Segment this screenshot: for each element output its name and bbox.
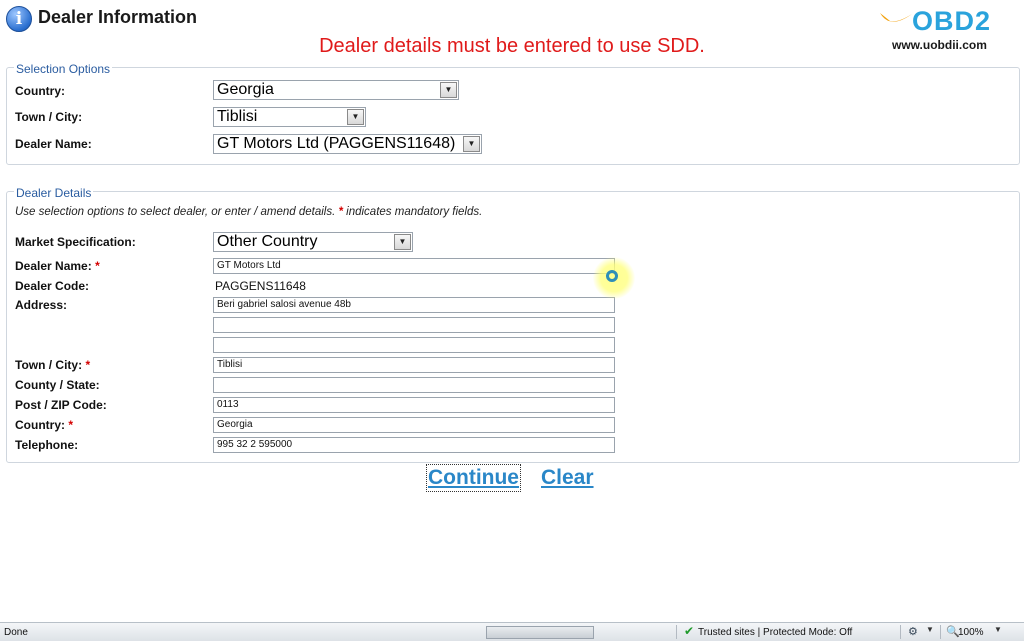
status-bar: Done ✔ Trusted sites | Protected Mode: O… xyxy=(0,622,1024,641)
check-icon: ✔ xyxy=(684,624,695,638)
telephone-input[interactable]: 995 32 2 595000 xyxy=(213,437,615,453)
chevron-down-icon[interactable]: ▼ xyxy=(347,109,364,125)
zoom-level[interactable]: 100% xyxy=(958,627,984,638)
address-line1-input[interactable]: Beri gabriel salosi avenue 48b xyxy=(213,297,615,313)
telephone-label: Telephone: xyxy=(15,438,79,452)
page-header: i Dealer Information Dealer details must… xyxy=(0,0,1024,62)
continue-button[interactable]: Continue xyxy=(426,464,521,492)
market-spec-label: Market Specification: xyxy=(15,235,136,249)
note-tail: indicates mandatory fields. xyxy=(346,206,483,218)
note-text: Use selection options to select dealer, … xyxy=(15,206,336,218)
country-select-value: Georgia xyxy=(217,81,274,98)
required-marker: * xyxy=(338,206,343,218)
dealer-details-legend: Dealer Details xyxy=(14,186,94,200)
town-city-input[interactable]: Tiblisi xyxy=(213,357,615,373)
dealer-name-input[interactable]: GT Motors Ltd xyxy=(213,258,615,274)
town-select-value: Tiblisi xyxy=(217,108,258,125)
busy-cursor-icon xyxy=(606,270,618,282)
town-select-label: Town / City: xyxy=(15,110,83,124)
market-spec-value: Other Country xyxy=(217,233,318,250)
country-select-label: Country: xyxy=(15,84,65,98)
address-label: Address: xyxy=(15,298,68,312)
dealer-select[interactable]: GT Motors Ltd (PAGGENS11648) ▼ xyxy=(213,134,482,154)
progress-bar xyxy=(486,626,594,639)
dealer-select-label: Dealer Name: xyxy=(15,137,92,151)
selection-options-group xyxy=(6,67,1020,165)
town-select[interactable]: Tiblisi ▼ xyxy=(213,107,366,127)
status-divider xyxy=(900,625,901,639)
logo-swoosh-icon xyxy=(880,13,912,22)
chevron-down-icon[interactable]: ▼ xyxy=(926,625,934,634)
logo-text: OBD2 xyxy=(912,6,992,36)
info-icon: i xyxy=(6,6,32,32)
country-select[interactable]: Georgia ▼ xyxy=(213,80,459,100)
page-title: Dealer Information xyxy=(38,7,198,27)
dealer-code-value: PAGGENS11648 xyxy=(215,279,306,293)
country-input[interactable]: Georgia xyxy=(213,417,615,433)
required-marker: * xyxy=(85,358,91,372)
county-state-input[interactable] xyxy=(213,377,615,393)
market-spec-select[interactable]: Other Country ▼ xyxy=(213,232,413,252)
county-state-label: County / State: xyxy=(15,378,100,392)
dealer-name-label-text: Dealer Name: xyxy=(15,259,92,273)
brand-logo: OBD2 www.uobdii.com xyxy=(878,6,1018,56)
status-divider xyxy=(676,625,677,639)
status-text: Done xyxy=(4,627,28,638)
dealer-details-note: Use selection options to select dealer, … xyxy=(15,206,482,218)
logo-url: www.uobdii.com xyxy=(892,38,987,52)
zip-code-label: Post / ZIP Code: xyxy=(15,398,107,412)
dealer-name-label: Dealer Name: * xyxy=(15,259,100,273)
dealer-select-value: GT Motors Ltd (PAGGENS11648) xyxy=(217,135,456,152)
chevron-down-icon[interactable]: ▼ xyxy=(394,234,411,250)
status-divider xyxy=(940,625,941,639)
town-city-label: Town / City: * xyxy=(15,358,90,372)
selection-options-legend: Selection Options xyxy=(14,62,113,76)
town-city-label-text: Town / City: xyxy=(15,358,83,372)
clear-button[interactable]: Clear xyxy=(541,466,594,490)
country-field-label-text: Country: xyxy=(15,418,65,432)
protected-mode-icon[interactable]: ⚙ xyxy=(908,625,918,638)
chevron-down-icon[interactable]: ▼ xyxy=(440,82,457,98)
required-marker: * xyxy=(95,259,100,273)
security-zone[interactable]: Trusted sites | Protected Mode: Off xyxy=(698,627,852,638)
address-line3-input[interactable] xyxy=(213,337,615,353)
chevron-down-icon[interactable]: ▼ xyxy=(994,625,1002,634)
chevron-down-icon[interactable]: ▼ xyxy=(463,136,480,152)
required-marker: * xyxy=(68,418,74,432)
warning-message: Dealer details must be entered to use SD… xyxy=(319,35,705,57)
country-field-label: Country: * xyxy=(15,418,73,432)
address-line2-input[interactable] xyxy=(213,317,615,333)
dealer-code-label: Dealer Code: xyxy=(15,279,90,293)
zip-code-input[interactable]: 0113 xyxy=(213,397,615,413)
